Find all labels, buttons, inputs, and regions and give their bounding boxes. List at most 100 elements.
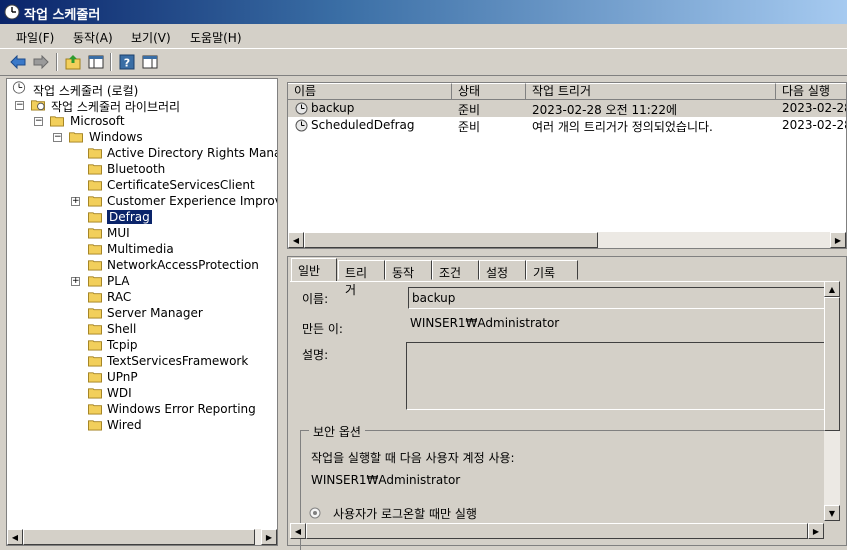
column-header-next-run[interactable]: 다음 실행: [776, 83, 846, 100]
title-bar: 작업 스케줄러: [0, 0, 847, 24]
folder-icon: [88, 404, 102, 415]
tree-folder-label: Active Directory Rights Manag: [107, 146, 278, 160]
task-trigger: 여러 개의 트리거가 정의되었습니다.: [532, 120, 713, 134]
tree-folder-label: Defrag: [107, 210, 152, 224]
folder-icon: [88, 276, 102, 287]
up-folder-icon[interactable]: [63, 52, 83, 72]
tree-windows-label: Windows: [89, 130, 143, 144]
expand-toggle[interactable]: +: [71, 197, 80, 206]
task-row[interactable]: backup 준비 2023-02-28 오전 11:22에 2023-02-2…: [288, 100, 847, 117]
scroll-right-icon[interactable]: ▶: [808, 523, 824, 539]
folder-icon: [88, 324, 102, 335]
forward-arrow-icon[interactable]: [31, 52, 51, 72]
menu-action[interactable]: 동작(A): [73, 29, 113, 46]
scroll-right-icon[interactable]: ▶: [261, 529, 277, 545]
task-name: ScheduledDefrag: [311, 118, 415, 132]
scroll-right-icon[interactable]: ▶: [830, 232, 846, 248]
scroll-left-icon[interactable]: ◀: [288, 232, 304, 248]
list-horizontal-scrollbar[interactable]: ◀ ▶: [288, 232, 846, 248]
security-options-title: 보안 옵션: [309, 423, 365, 440]
scroll-up-icon[interactable]: ▲: [824, 281, 840, 297]
svg-text:?: ?: [124, 57, 130, 70]
radio-button-icon[interactable]: [309, 507, 321, 519]
tab-history[interactable]: 기록: [526, 260, 578, 280]
scroll-thumb[interactable]: [824, 297, 840, 431]
tab-actions[interactable]: 동작: [385, 260, 432, 280]
description-label: 설명:: [302, 348, 329, 362]
tree-folder-label: Server Manager: [107, 306, 203, 320]
folder-open-icon: [69, 132, 83, 143]
collapse-toggle[interactable]: −: [15, 101, 24, 110]
tree-folder-label: Wired: [107, 418, 142, 432]
tab-settings[interactable]: 설정: [479, 260, 526, 280]
tree-microsoft-label: Microsoft: [70, 114, 125, 128]
description-field[interactable]: [406, 342, 830, 410]
tree-folder-label: CertificateServicesClient: [107, 178, 255, 192]
task-next-run: 2023-02-28: [782, 101, 847, 115]
scroll-thumb[interactable]: [304, 232, 598, 248]
task-status: 준비: [458, 103, 481, 117]
tab-general[interactable]: 일반: [291, 258, 337, 281]
author-label: 만든 이:: [302, 322, 343, 336]
tab-conditions[interactable]: 조건: [432, 260, 479, 280]
name-field[interactable]: backup: [408, 287, 828, 309]
folder-clock-icon: [31, 100, 45, 111]
scroll-down-icon[interactable]: ▼: [824, 505, 840, 521]
scroll-thumb[interactable]: [306, 523, 808, 539]
tree-folder-label: RAC: [107, 290, 132, 304]
toolbar-separator: [110, 53, 112, 71]
show-hide-action-pane-icon[interactable]: [140, 52, 160, 72]
task-status: 준비: [458, 120, 481, 134]
collapse-toggle[interactable]: −: [53, 133, 62, 142]
scroll-left-icon[interactable]: ◀: [290, 523, 306, 539]
folder-icon: [88, 228, 102, 239]
back-arrow-icon[interactable]: [8, 52, 28, 72]
tree-folder-label: TextServicesFramework: [107, 354, 249, 368]
tree-folder-label: Shell: [107, 322, 137, 336]
help-icon[interactable]: ?: [117, 52, 137, 72]
collapse-toggle[interactable]: −: [34, 117, 43, 126]
folder-icon: [88, 260, 102, 271]
detail-horizontal-scrollbar[interactable]: ◀ ▶: [290, 523, 824, 539]
menu-bar: 파일(F) 동작(A) 보기(V) 도움말(H): [0, 24, 847, 48]
tab-triggers[interactable]: 트리거: [338, 260, 385, 297]
menu-view[interactable]: 보기(V): [131, 29, 171, 46]
tree-folder-label: Bluetooth: [107, 162, 166, 176]
tree-folder-label: PLA: [107, 274, 130, 288]
task-row[interactable]: ScheduledDefrag 준비 여러 개의 트리거가 정의되었습니다. 2…: [288, 117, 847, 134]
tree-folder-label: Tcpip: [107, 338, 138, 352]
tree-folder-label: UPnP: [107, 370, 138, 384]
folder-icon: [88, 340, 102, 351]
detail-vertical-scrollbar[interactable]: ▲ ▼: [824, 281, 840, 521]
show-hide-console-tree-icon[interactable]: [86, 52, 106, 72]
folder-icon: [88, 148, 102, 159]
name-label: 이름:: [302, 292, 329, 306]
general-tab-body: 이름: backup 만든 이: WINSER1₩Administrator 설…: [290, 281, 830, 550]
folder-icon: [88, 164, 102, 175]
menu-file[interactable]: 파일(F): [16, 29, 54, 46]
tree-folder-label: Multimedia: [107, 242, 174, 256]
menu-help[interactable]: 도움말(H): [190, 29, 242, 46]
tree-folder-label: MUI: [107, 226, 130, 240]
scroll-left-icon[interactable]: ◀: [7, 529, 23, 545]
folder-icon: [88, 388, 102, 399]
folder-icon: [88, 420, 102, 431]
task-trigger: 2023-02-28 오전 11:22에: [532, 103, 678, 117]
task-next-run: 2023-02-28: [782, 118, 847, 132]
column-header-trigger[interactable]: 작업 트리거: [526, 83, 776, 100]
console-tree[interactable]: 작업 스케줄러 (로컬) − 작업 스케줄러 라이브러리 − Microsoft…: [6, 78, 278, 546]
expand-toggle[interactable]: +: [71, 277, 80, 286]
column-header-name[interactable]: 이름: [288, 83, 452, 100]
column-header-status[interactable]: 상태: [452, 83, 526, 100]
clock-icon: [12, 81, 26, 94]
tree-root-label: 작업 스케줄러 (로컬): [33, 84, 139, 98]
radio-logon-label: 사용자가 로그온할 때만 실행: [333, 507, 477, 521]
tree-horizontal-scrollbar[interactable]: ◀ ▶: [7, 529, 277, 545]
task-list[interactable]: 이름 상태 작업 트리거 다음 실행 backup 준비 2023-02-28 …: [287, 82, 847, 249]
task-clock-icon: [295, 119, 308, 132]
folder-icon: [88, 180, 102, 191]
run-as-value: WINSER1₩Administrator: [311, 473, 461, 487]
folder-icon: [88, 244, 102, 255]
scroll-thumb[interactable]: [23, 529, 255, 545]
tree-folder-label: NetworkAccessProtection: [107, 258, 259, 272]
